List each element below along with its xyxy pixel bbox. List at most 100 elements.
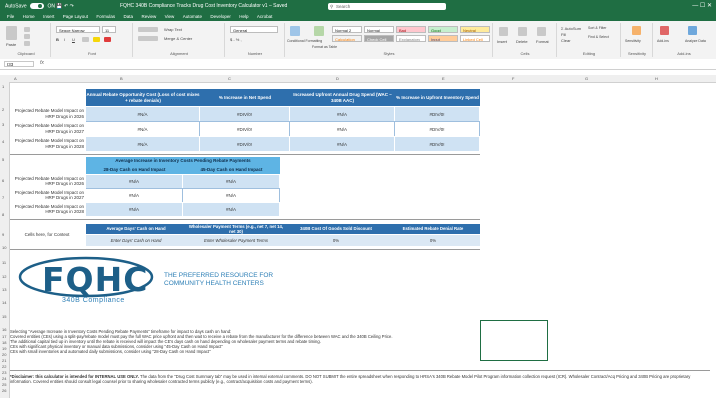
table2-cell[interactable]: #N/A [86,174,183,188]
sensitivity-button[interactable]: Sensitivity [625,39,641,43]
format-cells-icon[interactable] [537,27,546,36]
table1-cell[interactable]: #N/A [86,106,200,121]
column-header[interactable]: H [655,75,658,82]
table1-cell[interactable]: #DIV/0! [200,106,290,121]
cogs-discount-input[interactable]: 0% [286,235,386,246]
table2-cell[interactable]: #N/A [86,188,183,202]
row-header[interactable]: 25 [2,382,6,387]
addins-icon[interactable] [660,26,669,35]
row-header[interactable]: 17 [2,334,6,339]
analyze-data-button[interactable]: Analyze Data [685,39,706,43]
table1-cell[interactable]: #DIV/0! [200,136,290,151]
fill-button[interactable]: Fill [561,32,566,37]
bold-button[interactable]: B [56,37,59,42]
table1-cell[interactable]: #N/A [290,136,395,151]
cell-style-good[interactable]: Good [428,26,458,33]
table1-cell[interactable]: #N/A [290,121,395,136]
format-as-table-icon[interactable] [314,26,324,36]
column-header[interactable]: F [512,75,514,82]
insert-cells-icon[interactable] [499,27,508,36]
align-top-icon[interactable] [138,27,158,32]
paste-icon[interactable] [6,26,17,40]
table2-cell[interactable]: #N/A [183,188,280,202]
menu-view[interactable]: View [165,13,175,21]
menu-data[interactable]: Data [124,13,134,21]
column-header[interactable]: G [585,75,588,82]
table1-header-net-spend[interactable]: % Increase in Net Spend [200,89,290,106]
menu-formulas[interactable]: Formulas [96,13,115,21]
addins-button[interactable]: Add-ins [657,39,669,43]
cell-style-neutral[interactable]: Neutral [460,26,490,33]
table2-cell[interactable]: #N/A [183,202,280,216]
autosum-button[interactable]: Σ AutoSum [561,26,581,31]
accounting-format-button[interactable]: $ - % , [230,37,242,42]
menu-home[interactable]: Home [23,13,35,21]
fx-icon[interactable]: fx [40,60,44,66]
table1-cell[interactable]: #N/A [86,121,200,136]
insert-cells-button[interactable]: Insert [497,39,507,44]
borders-icon[interactable] [82,37,89,42]
row-header[interactable]: 5 [2,157,4,162]
underline-button[interactable]: U [72,37,75,42]
row-header[interactable]: 9 [2,232,4,237]
row-header[interactable]: 1 [2,84,4,89]
menu-insert[interactable]: Insert [43,13,54,21]
conditional-formatting-button[interactable]: Conditional Formatting [287,39,322,43]
font-color-icon[interactable] [104,37,111,42]
row-header[interactable]: 13 [2,287,6,292]
search-input[interactable]: ⚲ Search [328,3,446,10]
menu-acrobat[interactable]: Acrobat [257,13,273,21]
table1-cell[interactable]: #DIV/0! [395,136,480,151]
font-size-select[interactable]: 11 [102,26,116,33]
row-header[interactable]: 15 [2,314,6,319]
row-header[interactable]: 23 [2,370,6,375]
table1-cell[interactable]: #DIV/0! [395,106,480,121]
paste-button[interactable]: Paste [6,42,16,47]
row-header[interactable]: 8 [2,212,4,217]
payment-terms-input[interactable]: Enter Wholesaler Payment Terms [186,235,286,246]
format-as-table-button[interactable]: Format as Table [312,45,337,49]
table1-cell[interactable]: #N/A [290,106,395,121]
copy-icon[interactable] [24,34,30,39]
italic-button[interactable]: I [64,37,65,42]
row-header[interactable]: 3 [2,122,4,127]
row-header[interactable]: 26 [2,388,6,393]
table1-cell[interactable]: #DIV/0! [200,121,290,136]
sensitivity-icon[interactable] [632,26,641,35]
wrap-text-button[interactable]: Wrap Text [164,27,182,32]
name-box[interactable]: I33 [4,61,34,67]
column-header[interactable]: A [14,75,17,82]
column-header[interactable]: C [228,75,231,82]
table2-cell[interactable]: #N/A [183,174,280,188]
table1-cell[interactable]: #DIV/0! [395,121,480,136]
table2-title[interactable]: Average Increase in Inventory Costs Pend… [86,157,280,165]
row-header[interactable]: 19 [2,346,6,351]
cell-style-bad[interactable]: Bad [396,26,426,33]
row-header[interactable]: 11 [2,260,6,265]
row-header[interactable]: 20 [2,352,6,357]
row-header[interactable]: 14 [2,300,6,305]
table2-cell[interactable]: #N/A [86,202,183,216]
sort-filter-button[interactable]: Sort & Filter [588,26,606,30]
denial-rate-input[interactable]: 0% [386,235,480,246]
cell-style-check-cell[interactable]: Check Cell [364,35,394,42]
clear-button[interactable]: Clear [561,38,571,43]
font-name-select[interactable]: Segoe Narrow [56,26,100,33]
column-header[interactable]: E [442,75,445,82]
row-header[interactable]: 16 [2,327,6,332]
row-header[interactable]: 22 [2,364,6,369]
row-header[interactable]: 2 [2,107,4,112]
row-header[interactable]: 21 [2,358,6,363]
fill-color-icon[interactable] [93,37,100,42]
menu-file[interactable]: File [7,13,14,21]
cell-style-normal-2[interactable]: Normal 2 [332,26,362,33]
cut-icon[interactable] [24,27,30,32]
menu-review[interactable]: Review [141,13,156,21]
align-left-icon[interactable] [138,36,158,41]
row-header[interactable]: 24 [2,376,6,381]
merge-center-button[interactable]: Merge & Center [164,36,192,41]
analyze-data-icon[interactable] [688,26,697,35]
undo-icon[interactable]: ↶ [64,3,68,9]
delete-cells-icon[interactable] [518,27,527,36]
row-header[interactable]: 10 [2,245,6,250]
